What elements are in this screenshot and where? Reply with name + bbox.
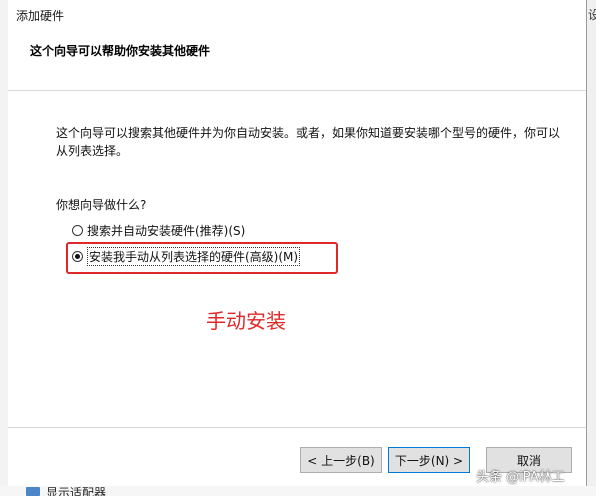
annotation-highlight-box bbox=[66, 242, 338, 274]
header-divider bbox=[8, 90, 586, 91]
radio-auto-search[interactable] bbox=[72, 224, 83, 236]
option-auto-search-label: 搜索并自动安装硬件(推荐)(S) bbox=[87, 223, 246, 238]
background-window-clipped-title: 设 bbox=[588, 8, 596, 22]
next-button[interactable]: 下一步(N) > bbox=[388, 447, 470, 473]
dialog-title: 添加硬件 bbox=[16, 9, 65, 23]
add-hardware-dialog: 添加硬件 这个向导可以帮助你安装其他硬件 这个向导可以搜索其他硬件并为你自动安装… bbox=[8, 0, 587, 486]
background-window-edge bbox=[587, 0, 596, 496]
question-label: 你想向导做什么? bbox=[56, 198, 147, 212]
display-adapter-icon bbox=[26, 487, 40, 496]
background-list-item-label[interactable]: 显示适配器 bbox=[46, 484, 106, 496]
watermark-text: 头条 @iPA林工 bbox=[476, 470, 565, 485]
annotation-text: 手动安装 bbox=[206, 309, 286, 333]
footer-divider bbox=[8, 427, 586, 428]
back-button[interactable]: < 上一步(B) bbox=[300, 447, 382, 473]
option-auto-search[interactable]: 搜索并自动安装硬件(推荐)(S) bbox=[72, 221, 245, 239]
header-text: 这个向导可以帮助你安装其他硬件 bbox=[30, 44, 211, 58]
description-text: 这个向导可以搜索其他硬件并为你自动安装。或者，如果你知道要安装哪个型号的硬件，你… bbox=[56, 126, 561, 158]
dialog-header bbox=[8, 30, 586, 90]
